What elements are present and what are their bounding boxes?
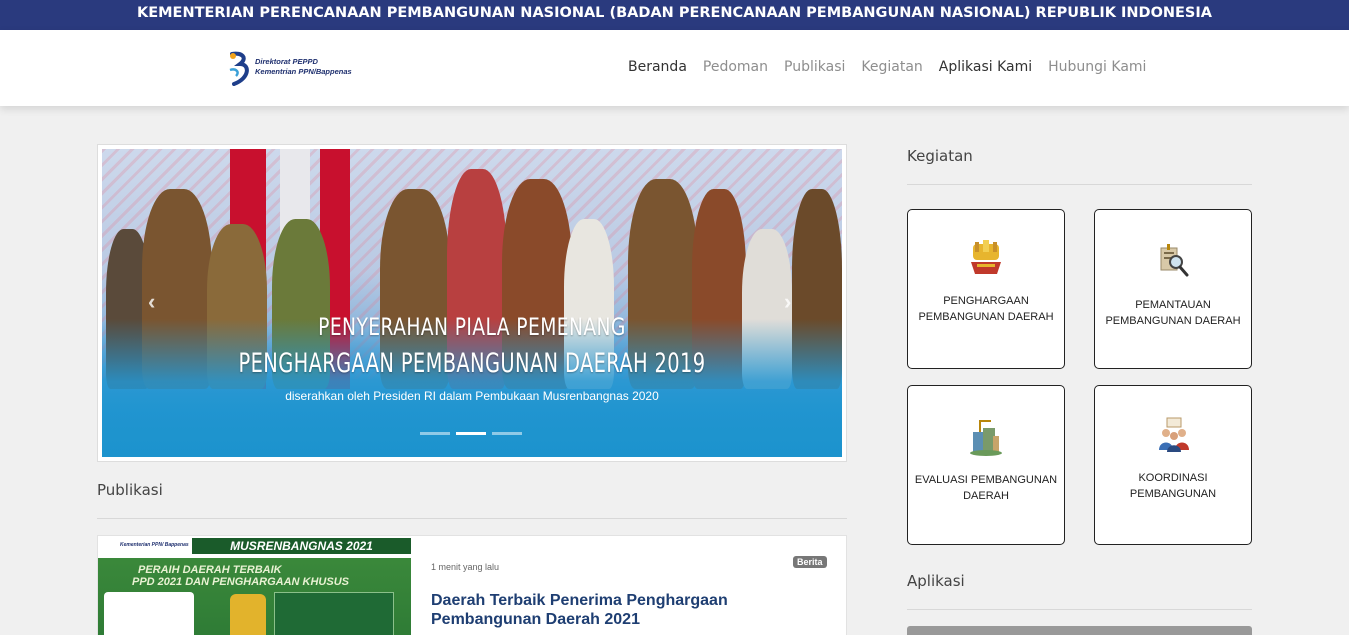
aplikasi-heading: Aplikasi xyxy=(907,572,965,590)
publication-title[interactable]: Daerah Terbaik Penerima Penghargaan Pemb… xyxy=(431,591,811,629)
city-building-icon xyxy=(970,420,1002,456)
main-menu: Beranda Pedoman Publikasi Kegiatan Aplik… xyxy=(628,59,1162,75)
carousel-indicator-active[interactable] xyxy=(456,432,486,435)
chevron-right-icon: › xyxy=(784,289,792,314)
kegiatan-card-label: KOORDINASI PEMBANGUNAN xyxy=(1129,472,1217,500)
slide-caption-line2: PENGHARGAAN PEMBANGUNAN DAERAH 2019 xyxy=(238,348,706,379)
publication-thumbnail[interactable]: Kementerian PPN/ Bappenas MUSRENBANGNAS … xyxy=(98,536,411,635)
award-trophy-icon xyxy=(971,240,1001,274)
people-meeting-icon xyxy=(1159,417,1189,452)
site-logo[interactable]: Direktorat PEPPD Kementrian PPN/Bappenas xyxy=(228,50,358,88)
magnifier-document-icon xyxy=(1160,244,1189,277)
kegiatan-card-label: PENGHARGAAN PEMBANGUNAN DAERAH xyxy=(918,295,1054,323)
carousel-prev-button[interactable]: ‹ xyxy=(148,289,155,315)
thumb-header: MUSRENBANGNAS 2021 xyxy=(192,538,411,554)
thumb-winners-board xyxy=(274,592,394,635)
kegiatan-card-koordinasi[interactable]: KOORDINASI PEMBANGUNAN xyxy=(1094,385,1252,545)
kegiatan-heading: Kegiatan xyxy=(907,147,973,165)
nav-publikasi[interactable]: Publikasi xyxy=(784,59,845,75)
thumb-ppd-logo xyxy=(104,592,194,635)
publikasi-heading: Publikasi xyxy=(97,481,163,499)
nav-aplikasi-kami[interactable]: Aplikasi Kami xyxy=(939,59,1032,75)
kegiatan-card-pemantauan[interactable]: PEMANTAUAN PEMBANGUNAN DAERAH xyxy=(1094,209,1252,369)
publication-card[interactable]: Kementerian PPN/ Bappenas MUSRENBANGNAS … xyxy=(97,535,847,635)
logo-line2: Kementrian PPN/Bappenas xyxy=(255,67,352,76)
carousel-indicator[interactable] xyxy=(420,432,450,435)
kegiatan-card-evaluasi[interactable]: EVALUASI PEMBANGUNAN DAERAH xyxy=(907,385,1065,545)
carousel-indicators xyxy=(420,432,522,435)
divider xyxy=(907,609,1252,610)
trophy-icon xyxy=(230,594,266,635)
carousel-next-button[interactable]: › xyxy=(784,289,791,315)
logo-mark-icon xyxy=(229,51,249,86)
carousel-indicator[interactable] xyxy=(492,432,522,435)
logo-line1: Direktorat PEPPD xyxy=(255,57,318,66)
slide-caption-line1: PENYERAHAN PIALA PEMENANG xyxy=(318,313,626,341)
nav-hubungi-kami[interactable]: Hubungi Kami xyxy=(1048,59,1146,75)
kegiatan-card-label: EVALUASI PEMBANGUNAN DAERAH xyxy=(914,474,1058,502)
ministry-banner: KEMENTERIAN PERENCANAAN PEMBANGUNAN NASI… xyxy=(0,0,1349,30)
kegiatan-card-label: PEMANTAUAN PEMBANGUNAN DAERAH xyxy=(1105,299,1241,327)
nav-pedoman[interactable]: Pedoman xyxy=(703,59,768,75)
thumb-brand: Kementerian PPN/ Bappenas xyxy=(120,542,189,548)
nav-beranda[interactable]: Beranda xyxy=(628,59,687,75)
thumb-line2: PPD 2021 DAN PENGHARGAAN KHUSUS xyxy=(132,576,349,588)
category-badge: Berita xyxy=(793,556,827,568)
kegiatan-card-penghargaan[interactable]: PENGHARGAAN PEMBANGUNAN DAERAH xyxy=(907,209,1065,369)
navbar: Direktorat PEPPD Kementrian PPN/Bappenas… xyxy=(0,30,1349,106)
publication-time: 1 menit yang lalu xyxy=(431,562,500,572)
thumb-line1: PERAIH DAERAH TERBAIK xyxy=(138,564,282,576)
divider xyxy=(97,518,847,519)
carousel-slide[interactable]: PENYERAHAN PIALA PEMENANG PENGHARGAAN PE… xyxy=(102,149,842,457)
divider xyxy=(907,184,1252,185)
aplikasi-banner[interactable] xyxy=(907,626,1252,635)
nav-kegiatan[interactable]: Kegiatan xyxy=(861,59,922,75)
slide-caption-sub: diserahkan oleh Presiden RI dalam Pembuk… xyxy=(285,389,659,403)
chevron-left-icon: ‹ xyxy=(148,289,156,314)
hero-carousel: PENYERAHAN PIALA PEMENANG PENGHARGAAN PE… xyxy=(97,144,847,462)
ministry-banner-text: KEMENTERIAN PERENCANAAN PEMBANGUNAN NASI… xyxy=(136,5,1212,21)
